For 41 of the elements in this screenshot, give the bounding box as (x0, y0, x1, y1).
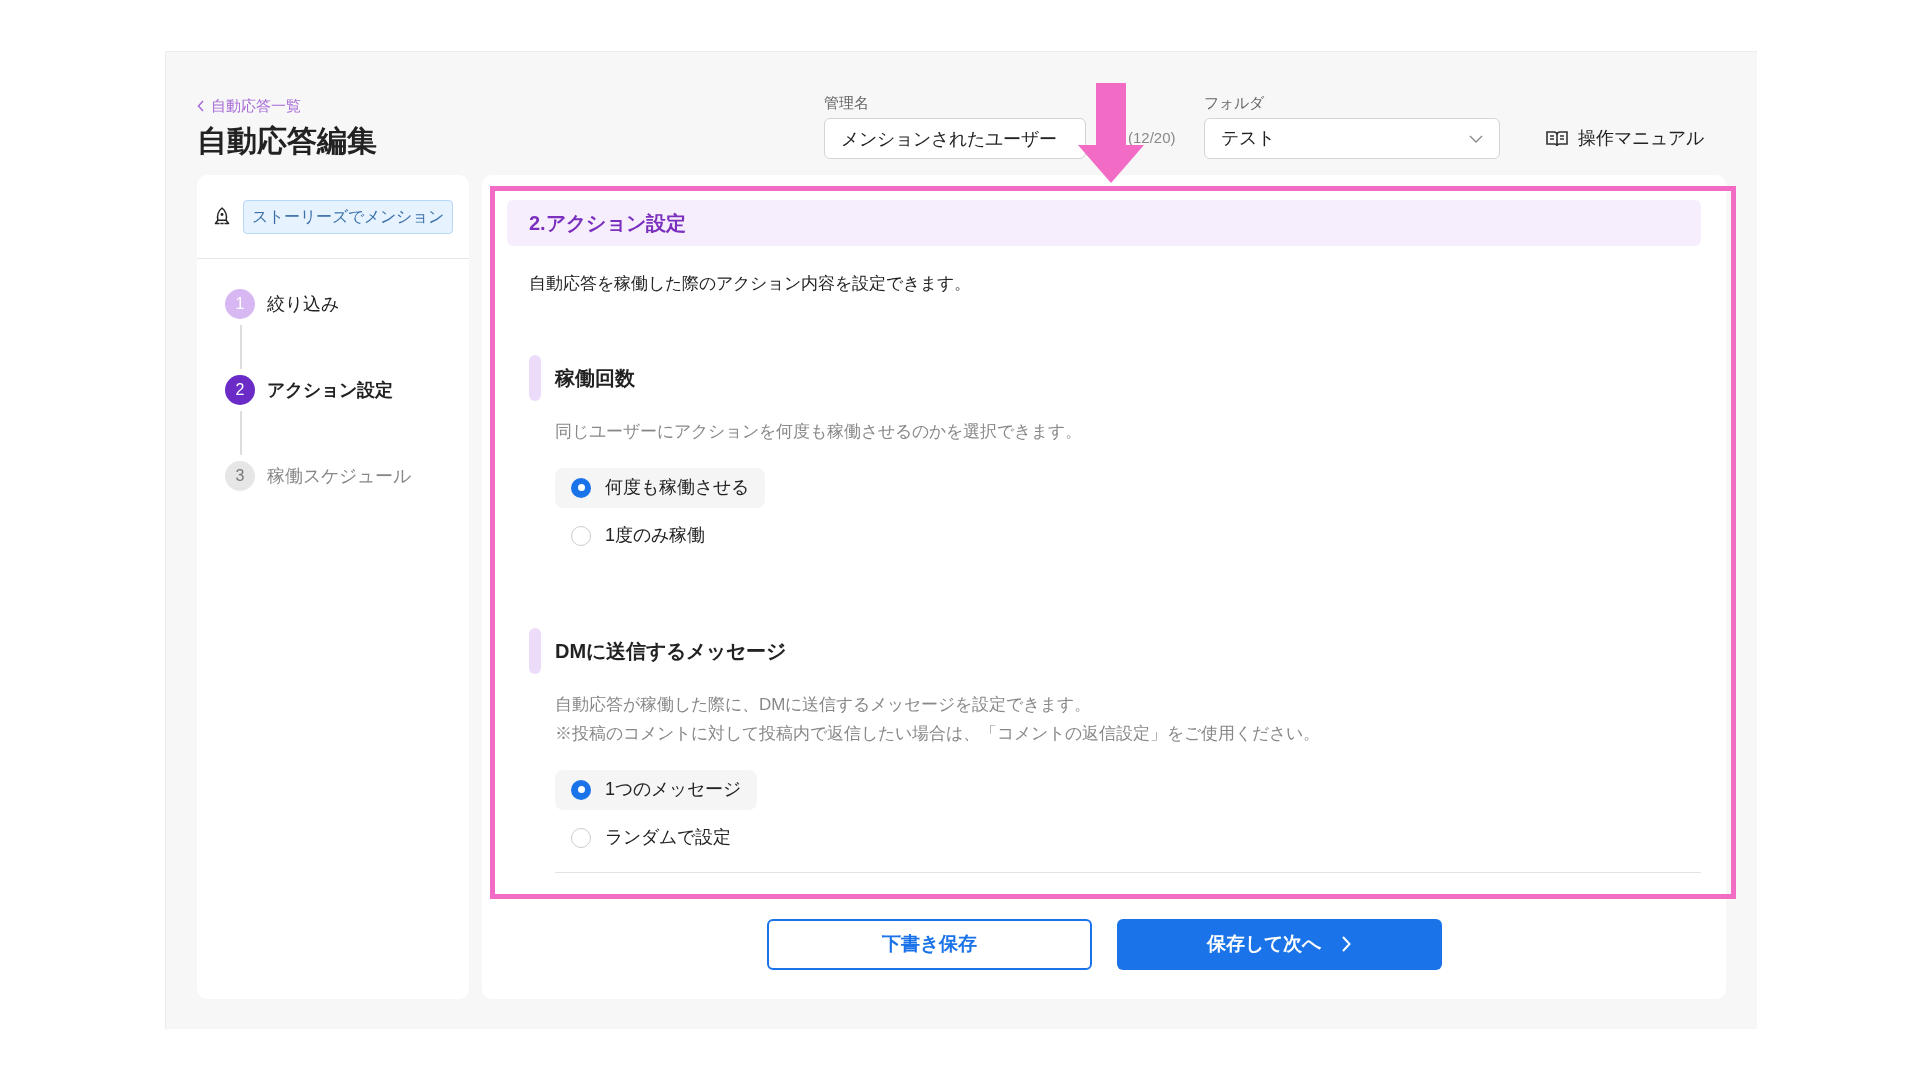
back-link[interactable]: 自動応答一覧 (197, 95, 824, 118)
section-header: 2.アクション設定 (507, 200, 1701, 246)
character-counter: (12/20) (1128, 128, 1176, 149)
radio-button[interactable] (571, 827, 591, 848)
group-description: ※投稿のコメントに対して投稿内で返信したい場合は、「コメントの返信設定」をご使用ください。 (555, 722, 1321, 745)
step-number: 2 (225, 375, 255, 405)
step-label: 稼働スケジュール (267, 464, 411, 488)
step-item[interactable]: 1 絞り込み (225, 289, 441, 319)
field-label: フォルダ (1203, 92, 1265, 113)
radio-button[interactable] (571, 525, 591, 546)
step-number: 1 (225, 289, 255, 319)
save-next-button[interactable]: 保存して次へ (1116, 918, 1442, 970)
chevron-right-icon (1341, 936, 1351, 952)
radio-button[interactable] (571, 477, 591, 498)
accent-bar (529, 627, 541, 674)
group-description: 自動応答が稼働した際に、DMに送信するメッセージを設定できます。 (555, 693, 1093, 716)
section-description: 自動応答を稼働した際のアクション内容を設定できます。 (529, 273, 972, 295)
radio-option[interactable]: 1つのメッセージ (555, 769, 757, 810)
folder-select[interactable]: テスト (1203, 118, 1500, 159)
accent-bar (529, 354, 541, 401)
radio-option[interactable]: 1度のみ稼働 (555, 515, 721, 556)
radio-button[interactable] (571, 779, 591, 800)
save-draft-button[interactable]: 下書き保存 (766, 918, 1092, 970)
chevron-down-icon (1468, 134, 1483, 143)
book-icon (1545, 129, 1568, 148)
step-label: アクション設定 (267, 378, 393, 402)
field-label: 管理名 (824, 92, 870, 113)
trigger-tag: ストーリーズでメンション (243, 199, 453, 234)
manual-link[interactable]: 操作マニュアル (1545, 118, 1704, 159)
name-input[interactable]: メンションされたユーザー (824, 118, 1086, 159)
step-number: 3 (225, 461, 255, 491)
step-label: 絞り込み (267, 292, 339, 316)
group-description: 同じユーザーにアクションを何度も稼働させるのかを選択できます。 (555, 420, 1083, 443)
step-item[interactable]: 3 稼働スケジュール (225, 461, 441, 491)
radio-option[interactable]: 何度も稼働させる (555, 467, 765, 508)
chevron-left-icon (197, 100, 205, 113)
radio-option[interactable]: ランダムで設定 (555, 817, 747, 858)
group-title: DMに送信するメッセージ (555, 638, 787, 664)
group-title: 稼働回数 (555, 365, 635, 391)
step-item[interactable]: 2 アクション設定 (225, 375, 441, 405)
page-title: 自動応答編集 (197, 122, 378, 159)
